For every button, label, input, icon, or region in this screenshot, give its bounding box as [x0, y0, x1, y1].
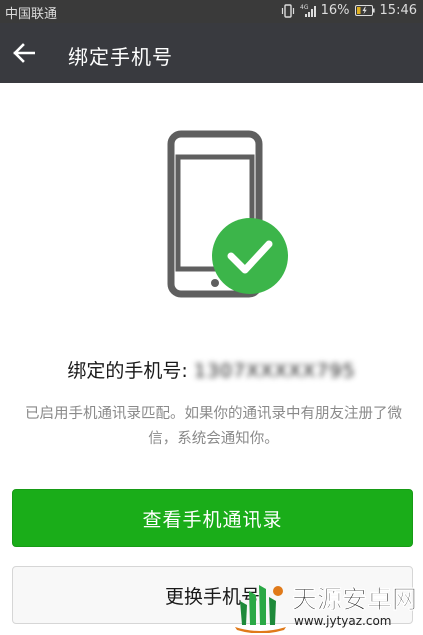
signal-icon: 4G: [300, 4, 316, 17]
clock: 15:46: [379, 3, 417, 18]
view-contacts-button[interactable]: 查看手机通讯录: [12, 489, 413, 547]
check-badge: [212, 218, 288, 294]
battery-percent: 16%: [320, 3, 350, 18]
watermark: 天源安卓网 www.jytyaz.com: [230, 577, 420, 633]
contacts-match-description: 已启用手机通讯录匹配。如果你的通讯录中有朋友注册了微信，系统会通知你。: [25, 406, 402, 447]
bound-phone-number: 1307XXXXX795: [193, 360, 356, 382]
network-type-label: 4G: [300, 4, 309, 11]
app-bar: 绑定手机号: [0, 23, 423, 83]
watermark-title: 天源安卓网: [292, 585, 418, 615]
back-arrow-icon: [13, 43, 35, 63]
page-title: 绑定手机号: [68, 45, 173, 69]
carrier-label: 中国联通: [5, 7, 58, 22]
watermark-url: www.jytyaz.com: [294, 614, 392, 628]
site-logo-icon: [235, 585, 286, 633]
vibrate-icon: [281, 3, 294, 18]
status-bar: 中国联通 4G 16% 15:46: [0, 0, 423, 23]
battery-icon: [354, 5, 375, 16]
back-button[interactable]: [8, 37, 40, 69]
phone-check-icon: [167, 130, 288, 298]
bound-number-line: 绑定的手机号: 1307XXXXX795: [0, 356, 423, 383]
bound-number-label: 绑定的手机号:: [67, 360, 194, 382]
status-icons: 4G 16% 15:46: [281, 3, 417, 18]
